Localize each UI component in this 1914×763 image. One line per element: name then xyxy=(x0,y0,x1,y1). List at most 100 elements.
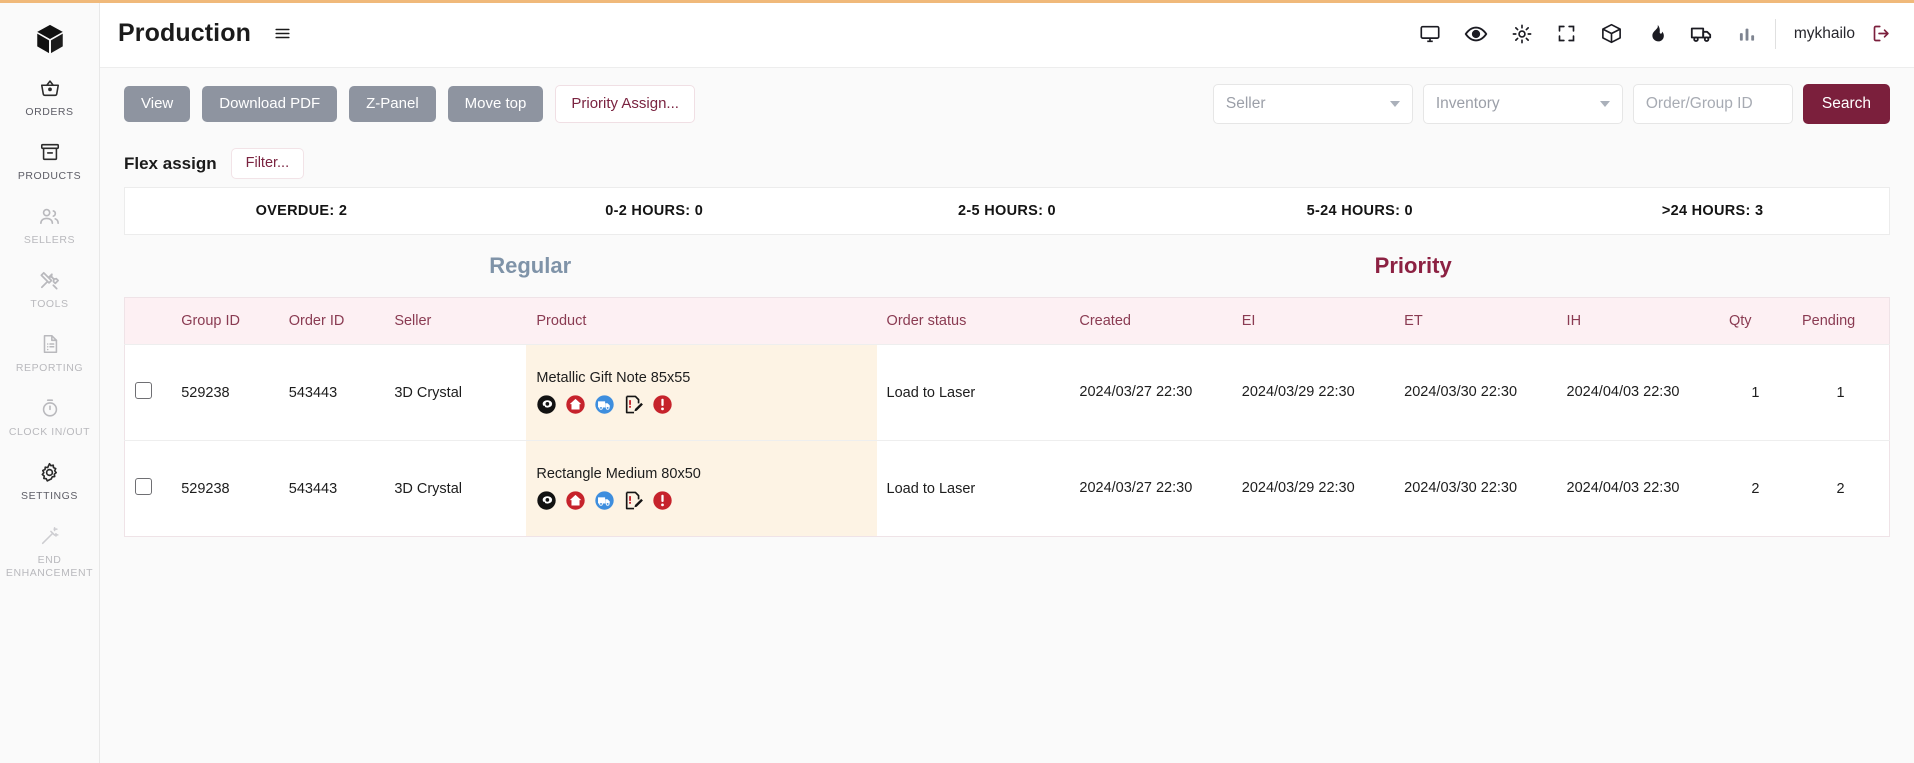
column-qty[interactable]: Qty xyxy=(1719,298,1792,345)
ih-time: 22:30 xyxy=(1643,384,1680,400)
column-product[interactable]: Product xyxy=(526,298,876,345)
sidebar-item-settings[interactable]: SETTINGS xyxy=(0,448,99,512)
row-select-cell xyxy=(124,344,172,441)
hamburger-icon[interactable] xyxy=(273,24,292,43)
cell-seller: 3D Crystal xyxy=(384,440,527,537)
sidebar-item-label: SETTINGS xyxy=(21,490,78,502)
hours-summary-strip: OVERDUE: 2 0-2 HOURS: 0 2-5 HOURS: 0 5-2… xyxy=(124,187,1890,235)
product-action-icons xyxy=(536,490,866,511)
brightness-icon[interactable] xyxy=(1511,23,1533,45)
user-name[interactable]: mykhailo xyxy=(1794,25,1855,43)
cell-created: 2024/03/27 22:30 xyxy=(1069,344,1232,441)
table-row[interactable]: 529238 543443 3D Crystal Rectangle Mediu… xyxy=(124,440,1890,537)
inventory-select[interactable]: Inventory xyxy=(1422,84,1623,124)
shipping-truck-icon[interactable] xyxy=(594,394,615,415)
sidebar-item-tools[interactable]: TOOLS xyxy=(0,256,99,320)
table-header: Group ID Order ID Seller Product Order s… xyxy=(124,297,1890,345)
inventory-select-value: Inventory xyxy=(1435,95,1500,112)
gear-icon xyxy=(38,459,61,485)
priority-assign-button[interactable]: Priority Assign... xyxy=(555,85,695,123)
z-panel-button[interactable]: Z-Panel xyxy=(349,86,436,122)
created-time: 22:30 xyxy=(1155,480,1193,496)
alert-icon[interactable] xyxy=(652,490,673,511)
sidebar-item-end-enhancement[interactable]: END ENHANCEMENT xyxy=(0,512,99,589)
flex-assign-bar: Flex assign Filter... xyxy=(100,140,1914,187)
sidebar-item-products[interactable]: PRODUCTS xyxy=(0,128,99,192)
sidebar-item-clock-in-out[interactable]: CLOCK IN/OUT xyxy=(0,384,99,448)
fullscreen-icon[interactable] xyxy=(1556,23,1577,44)
alert-icon[interactable] xyxy=(652,394,673,415)
section-headings: Regular Priority xyxy=(124,235,1890,297)
order-group-id-input[interactable] xyxy=(1632,84,1793,124)
ih-date: 2024/04/03 xyxy=(1566,480,1640,496)
sidebar-item-orders[interactable]: ORDERS xyxy=(0,64,99,128)
shipping-truck-icon[interactable] xyxy=(594,490,615,511)
preview-eye-icon[interactable] xyxy=(536,394,557,415)
monitor-icon[interactable] xyxy=(1419,23,1441,45)
header-divider xyxy=(1774,18,1776,49)
column-order-status[interactable]: Order status xyxy=(877,298,1070,345)
column-ei[interactable]: EI xyxy=(1232,298,1394,345)
bar-chart-icon[interactable] xyxy=(1737,24,1757,44)
column-created[interactable]: Created xyxy=(1069,298,1231,345)
cell-et: 2024/03/30 22:30 xyxy=(1394,440,1557,537)
flame-icon[interactable] xyxy=(1646,23,1667,44)
home-icon[interactable] xyxy=(565,394,586,415)
truck-icon[interactable] xyxy=(1690,22,1714,46)
users-icon xyxy=(38,203,61,229)
action-toolbar: View Download PDF Z-Panel Move top Prior… xyxy=(100,68,1914,140)
cell-qty: 2 xyxy=(1718,440,1792,537)
sidebar-item-sellers[interactable]: SELLERS xyxy=(0,192,99,256)
sidebar-item-label: PRODUCTS xyxy=(17,170,82,182)
logout-icon[interactable] xyxy=(1871,23,1892,44)
cell-seller: 3D Crystal xyxy=(384,344,527,441)
package-icon[interactable] xyxy=(1600,22,1623,45)
column-seller[interactable]: Seller xyxy=(384,298,526,345)
content-area: OVERDUE: 2 0-2 HOURS: 0 2-5 HOURS: 0 5-2… xyxy=(100,187,1914,763)
sidebar-item-label: END ENHANCEMENT xyxy=(5,554,94,579)
orders-table: Group ID Order ID Seller Product Order s… xyxy=(124,297,1890,537)
seller-select[interactable]: Seller xyxy=(1212,84,1413,124)
app-logo[interactable] xyxy=(0,14,99,64)
column-et[interactable]: ET xyxy=(1394,298,1556,345)
eye-icon[interactable] xyxy=(1464,22,1488,46)
column-order-id[interactable]: Order ID xyxy=(279,298,385,345)
cell-order-id: 543443 xyxy=(278,440,385,537)
filter-button[interactable]: Filter... xyxy=(230,148,305,179)
cell-ih: 2024/04/03 22:30 xyxy=(1556,440,1719,537)
et-time: 22:30 xyxy=(1480,384,1518,400)
flex-assign-title: Flex assign xyxy=(124,153,217,173)
row-checkbox[interactable] xyxy=(135,382,152,399)
download-pdf-button[interactable]: Download PDF xyxy=(202,86,338,122)
column-ih[interactable]: IH xyxy=(1557,298,1719,345)
cube-logo-icon xyxy=(33,22,67,56)
hours-cell-over-24: >24 HOURS: 3 xyxy=(1661,203,1764,219)
tools-icon xyxy=(38,267,61,293)
cell-group-id: 529238 xyxy=(171,440,279,537)
sidebar-item-reporting[interactable]: REPORTING xyxy=(0,320,99,384)
row-checkbox[interactable] xyxy=(135,478,152,495)
edit-note-icon[interactable] xyxy=(623,490,644,511)
move-top-button[interactable]: Move top xyxy=(447,86,544,122)
product-name: Rectangle Medium 80x50 xyxy=(536,466,701,482)
ih-date: 2024/04/03 xyxy=(1566,384,1640,400)
ei-time: 22:30 xyxy=(1318,384,1355,400)
top-accent-bar xyxy=(0,0,1914,3)
cell-order-status: Load to Laser xyxy=(876,440,1070,537)
column-pending[interactable]: Pending xyxy=(1792,298,1890,345)
document-report-icon xyxy=(39,331,61,357)
created-time: 22:30 xyxy=(1155,384,1193,400)
preview-eye-icon[interactable] xyxy=(536,490,557,511)
column-group-id[interactable]: Group ID xyxy=(171,298,279,345)
edit-note-icon[interactable] xyxy=(623,394,644,415)
search-button[interactable]: Search xyxy=(1802,84,1890,124)
sidebar-item-label: CLOCK IN/OUT xyxy=(8,426,91,438)
ei-time: 22:30 xyxy=(1318,480,1355,496)
table-body: 529238 543443 3D Crystal Metallic Gift N… xyxy=(124,344,1890,537)
hours-cell-2-5: 2-5 HOURS: 0 xyxy=(958,203,1056,219)
view-button[interactable]: View xyxy=(124,86,191,122)
sidebar-item-label: SELLERS xyxy=(23,234,76,246)
archive-box-icon xyxy=(39,139,61,165)
table-row[interactable]: 529238 543443 3D Crystal Metallic Gift N… xyxy=(124,344,1890,441)
home-icon[interactable] xyxy=(565,490,586,511)
